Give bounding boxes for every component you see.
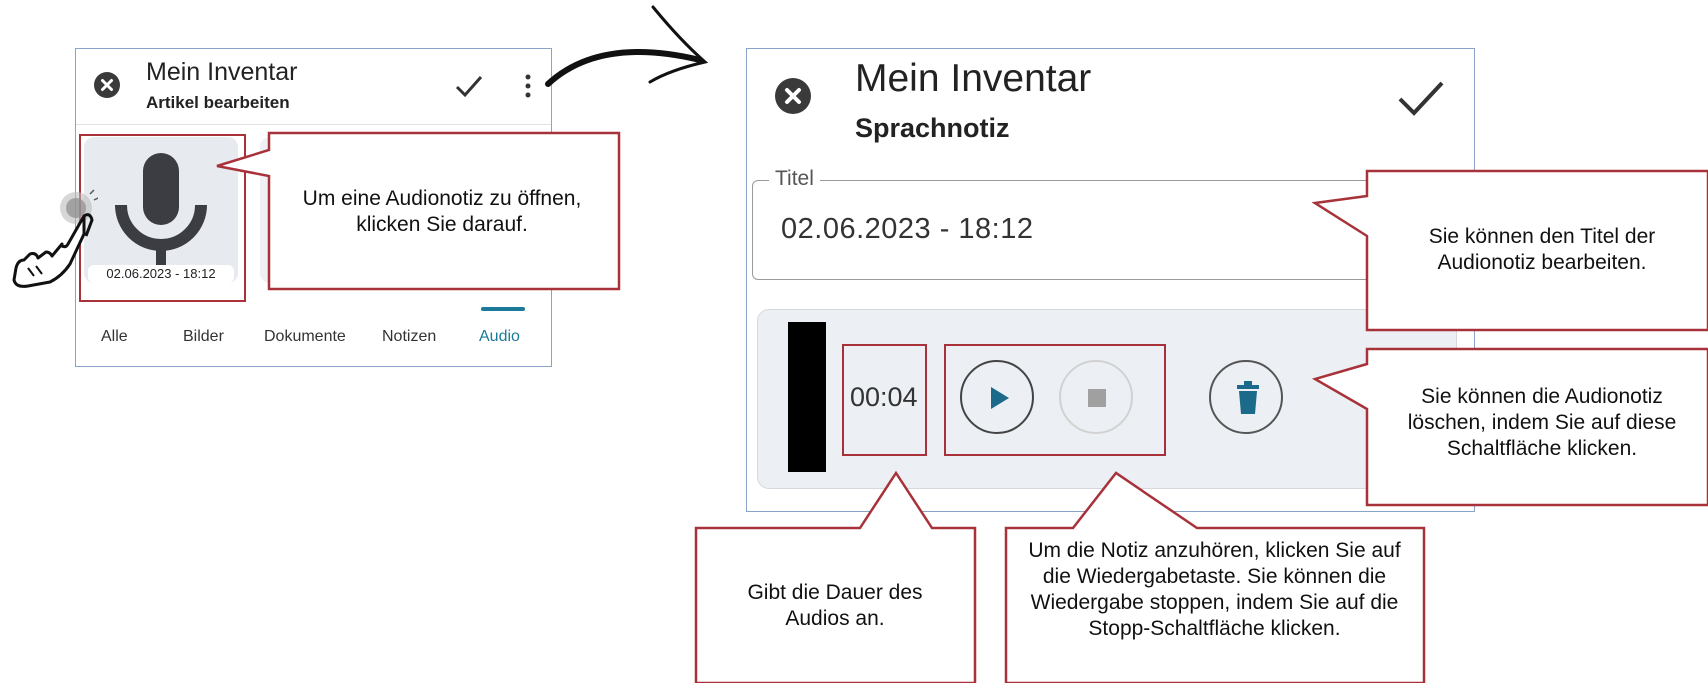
callout-delete-note-text: Sie können die Audionotiz löschen, indem… xyxy=(1407,385,1677,460)
duration-highlight xyxy=(842,344,927,456)
title-field-value: 02.06.2023 - 18:12 xyxy=(781,213,1034,245)
active-tab-indicator xyxy=(481,307,525,311)
callout-playback-text: Um die Notiz anzuhören, klicken Sie auf … xyxy=(1028,539,1401,640)
tab-audio[interactable]: Audio xyxy=(479,328,520,346)
app-title: Mein Inventar xyxy=(855,57,1092,100)
callout-duration xyxy=(694,470,977,683)
app-title: Mein Inventar xyxy=(146,58,298,86)
close-icon[interactable] xyxy=(775,78,811,114)
title-field-label: Titel xyxy=(769,167,820,191)
waveform-bar xyxy=(788,322,826,472)
app-subtitle: Artikel bearbeiten xyxy=(146,93,290,112)
hand-pointer-icon xyxy=(12,189,98,288)
save-check-icon[interactable] xyxy=(1397,77,1445,119)
delete-button[interactable] xyxy=(1209,360,1283,434)
callout-duration-text: Gibt die Dauer des Audios an. xyxy=(747,581,923,630)
tab-notizen[interactable]: Notizen xyxy=(382,328,436,346)
transition-arrow xyxy=(545,5,709,87)
app-header: Mein Inventar Artikel bearbeiten xyxy=(76,49,551,125)
more-menu-icon[interactable] xyxy=(523,73,533,99)
save-check-icon[interactable] xyxy=(454,71,484,101)
tab-dokumente[interactable]: Dokumente xyxy=(264,328,346,346)
callout-edit-title-text: Sie können den Titel der Audionotiz bear… xyxy=(1428,225,1656,274)
callout-open-note-text: Um eine Audionotiz zu öffnen, klicken Si… xyxy=(302,187,582,236)
screen-subtitle: Sprachnotiz xyxy=(855,113,1010,143)
tab-bilder[interactable]: Bilder xyxy=(183,328,224,346)
tab-alle[interactable]: Alle xyxy=(101,328,128,346)
playback-controls-highlight xyxy=(944,344,1166,456)
close-icon[interactable] xyxy=(94,72,120,98)
trash-icon xyxy=(1237,381,1259,414)
